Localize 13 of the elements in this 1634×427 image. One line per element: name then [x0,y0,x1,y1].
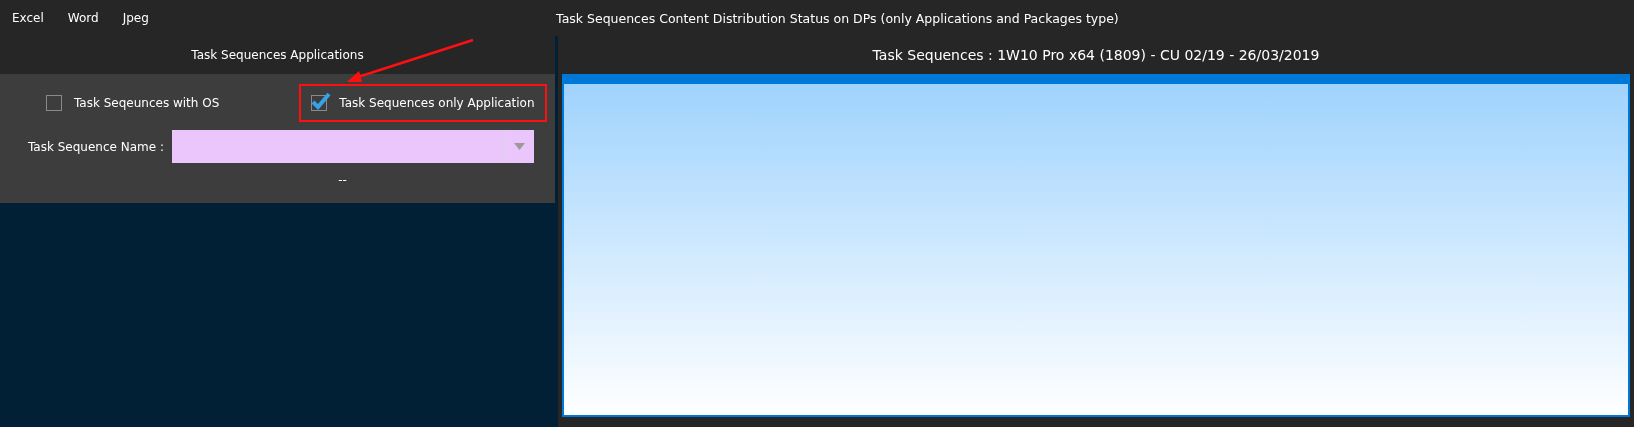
status-text: -- [337,173,348,187]
checkmark-icon [311,91,332,111]
caret-icon [514,143,525,150]
checkbox[interactable]: Task Seqeunces with OS [34,84,232,122]
panel-title: Task Sequences Applications [0,36,555,74]
field-label: Task Sequence Name : [28,139,164,154]
menu-item[interactable]: Word [67,11,99,25]
menu-item[interactable]: Excel [12,11,44,25]
highlighted-checkbox[interactable]: Task Sequences only Application [299,84,547,122]
menu-item[interactable]: Jpeg [122,11,149,25]
dropdown-field[interactable] [172,130,534,163]
chart-title: Task Sequences : 1W10 Pro x64 (1809) - CU 02/19 - 26/03/2019 [871,46,1321,65]
window-title: Task Sequences Content Distribution Status on DPs (only Applications and Packages type) [555,10,1120,26]
